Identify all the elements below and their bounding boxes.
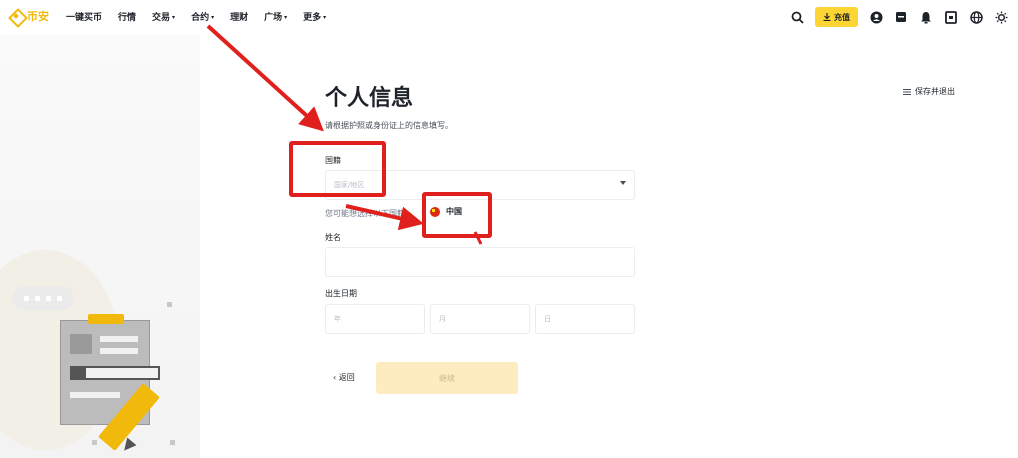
- chevron-down-icon: ▾: [323, 14, 327, 21]
- clipboard-line: [70, 392, 120, 398]
- nav-right-actions: 充值: [779, 7, 1008, 27]
- main-menu: 一键买币 行情 交易 ▾ 合约 ▾ 理财 广场 ▾ 更多 ▾: [66, 10, 342, 23]
- clipboard-photo-placeholder: [70, 334, 92, 354]
- chevron-down-icon: ▾: [172, 14, 176, 21]
- clipboard-line: [86, 368, 158, 378]
- list-icon: [903, 88, 911, 95]
- annotation-box-nationality: [289, 141, 386, 197]
- page-subtitle: 请根据护照或身份证上的信息填写。: [325, 121, 453, 130]
- page-title: 个人信息: [325, 86, 414, 111]
- clipboard-line: [100, 348, 138, 354]
- download-icon[interactable]: [944, 10, 958, 24]
- nav-item-earn[interactable]: 理财: [230, 10, 248, 23]
- nav-item-buy-crypto[interactable]: 一键买币: [66, 10, 102, 23]
- language-icon[interactable]: [969, 10, 983, 24]
- decorative-square: [170, 440, 175, 445]
- back-button[interactable]: ‹ 返回: [333, 372, 355, 383]
- decorative-square: [167, 302, 172, 307]
- annotation-arrow: [206, 24, 324, 132]
- date-of-birth-label: 出生日期: [325, 289, 357, 298]
- binance-logo-icon: [8, 8, 24, 24]
- dob-year-input[interactable]: 年: [325, 304, 425, 334]
- continue-button[interactable]: 继续: [376, 362, 518, 394]
- logo-text: 币安: [27, 10, 49, 23]
- top-navigation: 币安 一键买币 行情 交易 ▾ 合约 ▾ 理财 广场 ▾ 更多 ▾ 充值: [0, 0, 1018, 34]
- chevron-down-icon: ▾: [284, 14, 288, 21]
- nav-item-more[interactable]: 更多 ▾: [303, 10, 326, 23]
- clipboard-line: [100, 336, 138, 342]
- nav-item-trade[interactable]: 交易 ▾: [152, 10, 175, 23]
- name-input[interactable]: [325, 247, 635, 277]
- nav-item-markets[interactable]: 行情: [118, 10, 136, 23]
- suggested-nationality-hint: 您可能想选择以下国籍: [325, 209, 405, 218]
- notification-icon[interactable]: [919, 10, 933, 24]
- deposit-button[interactable]: 充值: [815, 7, 858, 27]
- decorative-square: [92, 440, 97, 445]
- dob-day-input[interactable]: 日: [535, 304, 635, 334]
- annotation-box-china: [422, 192, 492, 238]
- clipboard-clip-illustration: [88, 314, 124, 324]
- dob-month-input[interactable]: 月: [430, 304, 530, 334]
- chevron-down-icon: [620, 181, 626, 185]
- save-and-exit-button[interactable]: 保存并退出: [903, 86, 955, 97]
- theme-icon[interactable]: [994, 10, 1008, 24]
- account-icon[interactable]: [869, 10, 883, 24]
- name-label: 姓名: [325, 233, 341, 242]
- chevron-down-icon: ▾: [211, 14, 215, 21]
- chat-bubble-illustration: [12, 286, 74, 310]
- download-arrow-icon: [823, 13, 831, 21]
- orders-icon[interactable]: [894, 10, 908, 24]
- search-icon[interactable]: [790, 10, 804, 24]
- nav-item-futures[interactable]: 合约 ▾: [191, 10, 214, 23]
- nav-item-square[interactable]: 广场 ▾: [264, 10, 287, 23]
- binance-logo[interactable]: 币安: [8, 8, 49, 24]
